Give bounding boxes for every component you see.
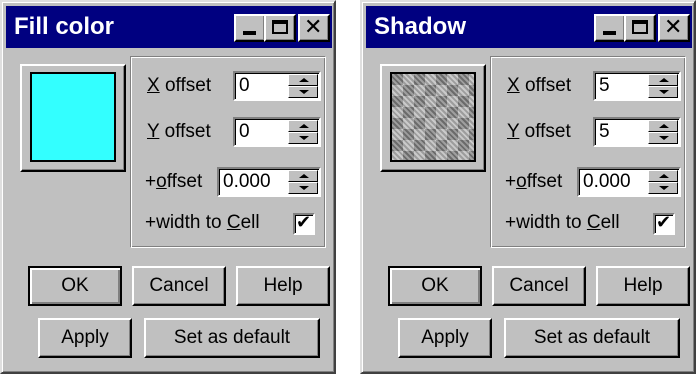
plus-offset-spin-buttons bbox=[288, 170, 318, 194]
maximize-button[interactable] bbox=[624, 14, 656, 42]
arrow-up-icon bbox=[299, 78, 309, 82]
shadow-pattern-button[interactable] bbox=[380, 64, 486, 172]
x-offset-value[interactable]: 5 bbox=[599, 75, 610, 97]
title-bar[interactable]: Fill color ✕ bbox=[6, 6, 332, 48]
x-offset-increment-button[interactable] bbox=[648, 74, 678, 86]
arrow-down-icon bbox=[659, 90, 669, 94]
arrow-up-icon bbox=[299, 124, 309, 128]
y-offset-spin-buttons bbox=[648, 120, 678, 144]
set-as-default-button[interactable]: Set as default bbox=[504, 318, 680, 358]
y-offset-value[interactable]: 5 bbox=[599, 121, 610, 143]
x-offset-label: X offset bbox=[147, 75, 212, 96]
color-swatch bbox=[30, 72, 116, 162]
x-offset-spinner[interactable]: 0 bbox=[233, 71, 321, 101]
y-offset-spin-buttons bbox=[288, 120, 318, 144]
arrow-down-icon bbox=[299, 90, 309, 94]
maximize-icon bbox=[272, 20, 288, 34]
color-swatch-button[interactable] bbox=[20, 64, 126, 172]
plus-offset-spinner[interactable]: 0.000 bbox=[577, 167, 681, 197]
offset-properties-group: X offset 5 Y offset 5 +offset 0.000 +wid… bbox=[490, 56, 686, 248]
plus-offset-spin-buttons bbox=[648, 170, 678, 194]
width-to-cell-label: +width to Cell bbox=[145, 212, 260, 233]
x-offset-label: X offset bbox=[507, 75, 572, 96]
checkmark-icon: ✔ bbox=[656, 212, 672, 233]
arrow-down-icon bbox=[659, 186, 669, 190]
maximize-icon bbox=[632, 20, 648, 34]
width-to-cell-checkbox[interactable]: ✔ bbox=[653, 212, 675, 235]
minimize-button[interactable] bbox=[594, 14, 626, 42]
x-offset-value[interactable]: 0 bbox=[239, 75, 250, 97]
x-offset-spin-buttons bbox=[648, 74, 678, 98]
cancel-button[interactable]: Cancel bbox=[492, 266, 586, 306]
minimize-icon bbox=[243, 31, 256, 35]
close-button[interactable]: ✕ bbox=[658, 14, 690, 42]
arrow-down-icon bbox=[299, 136, 309, 140]
help-button[interactable]: Help bbox=[236, 266, 330, 306]
close-button[interactable]: ✕ bbox=[298, 14, 330, 42]
dialog-title: Shadow bbox=[374, 13, 467, 40]
arrow-up-icon bbox=[659, 78, 669, 82]
y-offset-increment-button[interactable] bbox=[648, 120, 678, 132]
y-offset-value[interactable]: 0 bbox=[239, 121, 250, 143]
plus-offset-decrement-button[interactable] bbox=[288, 182, 318, 194]
y-offset-decrement-button[interactable] bbox=[288, 132, 318, 144]
width-to-cell-label: +width to Cell bbox=[505, 212, 620, 233]
offset-properties-group: X offset 0 Y offset 0 +offset 0.000 +wid… bbox=[130, 56, 326, 248]
checkmark-icon: ✔ bbox=[296, 212, 312, 233]
dialog-title: Fill color bbox=[14, 13, 115, 40]
x-offset-spin-buttons bbox=[288, 74, 318, 98]
y-offset-spinner[interactable]: 5 bbox=[593, 117, 681, 147]
help-button[interactable]: Help bbox=[596, 266, 690, 306]
arrow-up-icon bbox=[299, 174, 309, 178]
minimize-button[interactable] bbox=[234, 14, 266, 42]
ok-button[interactable]: OK bbox=[388, 266, 482, 306]
x-offset-decrement-button[interactable] bbox=[288, 86, 318, 98]
arrow-down-icon bbox=[659, 136, 669, 140]
y-offset-label: Y offset bbox=[507, 121, 571, 142]
close-icon: ✕ bbox=[304, 15, 323, 40]
plus-offset-value[interactable]: 0.000 bbox=[583, 171, 631, 193]
apply-button[interactable]: Apply bbox=[398, 318, 492, 358]
ok-button[interactable]: OK bbox=[28, 266, 122, 306]
plus-offset-value[interactable]: 0.000 bbox=[223, 171, 271, 193]
arrow-up-icon bbox=[659, 124, 669, 128]
plus-offset-decrement-button[interactable] bbox=[648, 182, 678, 194]
plus-offset-label: +offset bbox=[505, 171, 563, 192]
x-offset-increment-button[interactable] bbox=[288, 74, 318, 86]
plus-offset-spinner[interactable]: 0.000 bbox=[217, 167, 321, 197]
plus-offset-increment-button[interactable] bbox=[648, 170, 678, 182]
cancel-button[interactable]: Cancel bbox=[132, 266, 226, 306]
y-offset-spinner[interactable]: 0 bbox=[233, 117, 321, 147]
y-offset-label: Y offset bbox=[147, 121, 211, 142]
minimize-icon bbox=[603, 31, 616, 35]
x-offset-decrement-button[interactable] bbox=[648, 86, 678, 98]
x-offset-spinner[interactable]: 5 bbox=[593, 71, 681, 101]
title-bar[interactable]: Shadow ✕ bbox=[366, 6, 692, 48]
maximize-button[interactable] bbox=[264, 14, 296, 42]
arrow-down-icon bbox=[299, 186, 309, 190]
arrow-up-icon bbox=[659, 174, 669, 178]
set-as-default-button[interactable]: Set as default bbox=[144, 318, 320, 358]
shadow-pattern-swatch bbox=[390, 72, 476, 162]
plus-offset-increment-button[interactable] bbox=[288, 170, 318, 182]
y-offset-decrement-button[interactable] bbox=[648, 132, 678, 144]
close-icon: ✕ bbox=[664, 15, 683, 40]
y-offset-increment-button[interactable] bbox=[288, 120, 318, 132]
apply-button[interactable]: Apply bbox=[38, 318, 132, 358]
width-to-cell-checkbox[interactable]: ✔ bbox=[293, 212, 315, 235]
plus-offset-label: +offset bbox=[145, 171, 203, 192]
fill-color-dialog: Fill color ✕ X offset 0 Y offset 0 +offs… bbox=[0, 0, 336, 374]
shadow-dialog: Shadow ✕ X offset 5 Y offset 5 +offset 0… bbox=[360, 0, 696, 374]
